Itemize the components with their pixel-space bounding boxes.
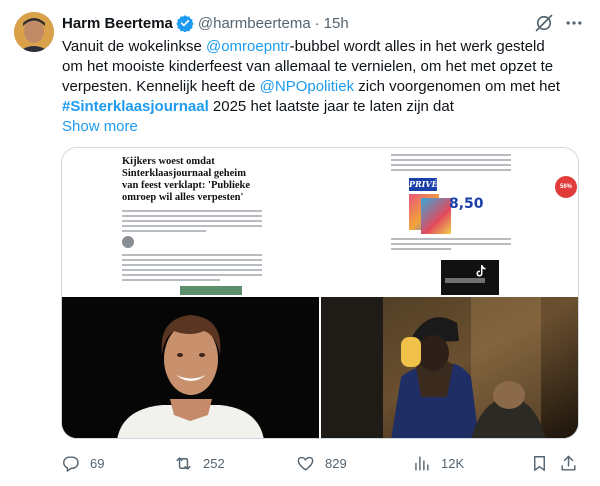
show-more-link[interactable]: Show more bbox=[62, 117, 138, 137]
tweet-text: Vanuit de wokelinkse @omroepntr-bubbel w… bbox=[62, 37, 590, 117]
article-green-image bbox=[180, 286, 242, 295]
like-count: 829 bbox=[325, 455, 347, 471]
media-image-portrait[interactable] bbox=[62, 297, 319, 438]
reply-button[interactable]: 69 bbox=[61, 452, 104, 474]
separator-dot: · bbox=[314, 14, 320, 32]
mention-link[interactable]: @NPOpolitiek bbox=[260, 78, 354, 95]
more-options-icon[interactable] bbox=[564, 13, 584, 33]
reply-count: 69 bbox=[90, 455, 105, 471]
bookmark-icon bbox=[534, 455, 545, 471]
media-image-article-screenshot[interactable]: Kijkers woest omdat Sinterklaasjournaal … bbox=[62, 148, 319, 295]
article-body-lines bbox=[122, 254, 262, 284]
mention-link[interactable]: @omroepntr bbox=[206, 38, 290, 55]
text-segment: -bubbel wordt alles in het werk gesteld bbox=[289, 38, 545, 55]
tweet-line: om het mooiste kinderfeest van allemaal … bbox=[62, 57, 590, 77]
retweet-button[interactable]: 252 bbox=[174, 452, 225, 474]
article-headline: Kijkers woest omdat Sinterklaasjournaal … bbox=[122, 156, 251, 203]
media-divider bbox=[319, 148, 321, 438]
magazine-cover bbox=[421, 198, 451, 234]
media-image-video-still[interactable] bbox=[321, 297, 578, 438]
views-button[interactable]: 12K bbox=[412, 452, 464, 474]
author-avatar[interactable] bbox=[14, 12, 54, 52]
article-text-lines bbox=[391, 154, 511, 174]
retweet-icon bbox=[176, 456, 191, 470]
bookmark-button[interactable] bbox=[530, 452, 549, 474]
tweet-line: Vanuit de wokelinkse @omroepntr-bubbel w… bbox=[62, 37, 590, 57]
text-segment: Vanuit de wokelinkse bbox=[62, 38, 206, 55]
retweet-count: 252 bbox=[203, 455, 225, 471]
tweet[interactable]: Harm Beertema @harmbeertema · 15h Vanuit… bbox=[0, 0, 600, 486]
tweet-header: Harm Beertema @harmbeertema · 15h bbox=[62, 13, 349, 33]
views-icon bbox=[415, 455, 429, 471]
action-bar: 69 252 829 12K bbox=[0, 452, 600, 474]
media-divider bbox=[62, 295, 578, 297]
discount-badge: 56% bbox=[555, 176, 577, 198]
video-label bbox=[445, 278, 485, 283]
author-name[interactable]: Harm Beertema bbox=[62, 15, 173, 32]
like-button[interactable]: 829 bbox=[296, 452, 347, 474]
media-image-magazine-screenshot[interactable]: PRIVÉ 8,50 56% bbox=[321, 148, 578, 295]
share-button[interactable] bbox=[559, 452, 578, 474]
views-count: 12K bbox=[441, 455, 465, 471]
magazine-price: 8,50 bbox=[449, 196, 484, 212]
article-text-lines bbox=[391, 238, 511, 253]
share-icon bbox=[561, 455, 576, 471]
text-segment: om het mooiste kinderfeest van allemaal … bbox=[62, 58, 554, 75]
tweet-line: #Sinterklaasjournaal 2025 het laatste ja… bbox=[62, 97, 590, 117]
author-handle[interactable]: @harmbeertema bbox=[198, 15, 311, 32]
article-author-avatar bbox=[122, 236, 134, 248]
text-segment: verpesten. Kennelijk heeft de bbox=[62, 78, 260, 95]
reply-icon bbox=[63, 455, 79, 472]
article-text-lines bbox=[122, 210, 262, 235]
text-segment: zich voorgenomen om met het bbox=[354, 78, 561, 95]
magazine-logo: PRIVÉ bbox=[409, 178, 438, 191]
verified-badge-icon[interactable] bbox=[176, 14, 194, 33]
hashtag-link[interactable]: #Sinterklaasjournaal bbox=[62, 98, 209, 115]
tweet-timestamp[interactable]: 15h bbox=[324, 15, 349, 32]
tiktok-icon bbox=[476, 264, 486, 277]
text-segment: 2025 het laatste jaar te laten zijn dat bbox=[208, 98, 454, 115]
grok-icon[interactable] bbox=[534, 13, 554, 33]
heart-icon bbox=[297, 456, 314, 471]
media-grid: Kijkers woest omdat Sinterklaasjournaal … bbox=[61, 147, 579, 439]
tweet-line: verpesten. Kennelijk heeft de @NPOpoliti… bbox=[62, 77, 590, 97]
